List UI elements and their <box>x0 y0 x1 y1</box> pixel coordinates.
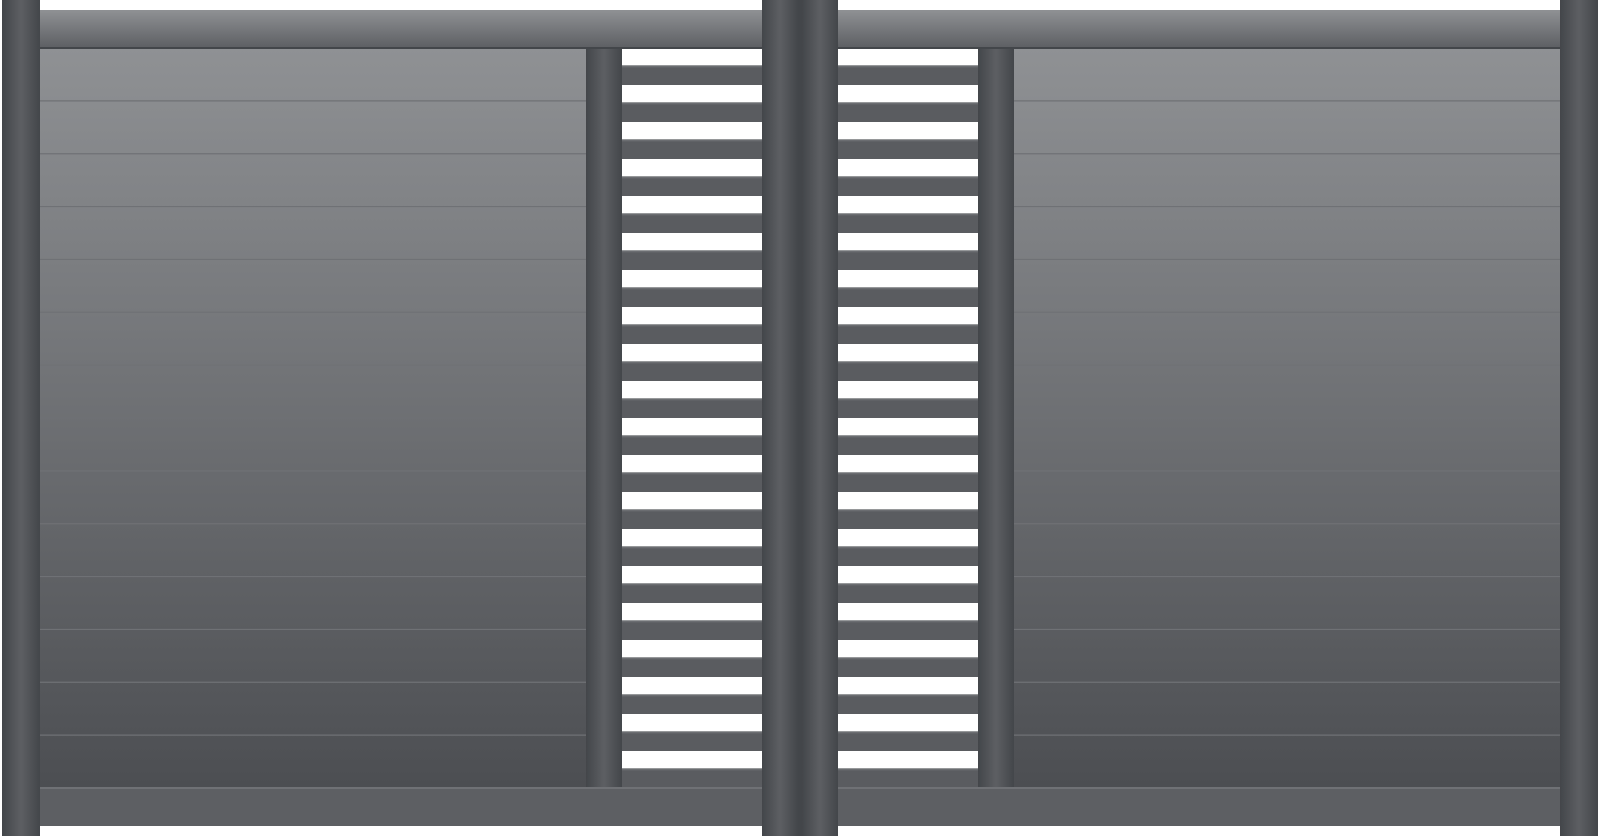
right-leaf-openwork-slat-highlight <box>838 472 978 475</box>
right-leaf-openwork-slat <box>838 694 978 714</box>
right-leaf-openwork-slat-highlight <box>838 546 978 549</box>
left-leaf-openwork-slat-highlight <box>622 546 762 549</box>
left-leaf-top-rail <box>38 10 762 48</box>
right-leaf-openwork-slat <box>838 583 978 603</box>
left-leaf-openwork-slat <box>622 398 762 418</box>
left-leaf-openwork-slat <box>622 65 762 85</box>
right-leaf-openwork-slat <box>838 287 978 307</box>
gate-scene <box>0 0 1600 836</box>
left-leaf-openwork-slat-highlight <box>622 361 762 364</box>
right-leaf-openwork-slat <box>838 435 978 455</box>
right-leaf-openwork-slat-highlight <box>838 102 978 105</box>
right-leaf-openwork-slat-highlight <box>838 287 978 290</box>
right-leaf-openwork-slat-highlight <box>838 731 978 734</box>
left-leaf-openwork-slat <box>622 472 762 492</box>
left-leaf-openwork-slat <box>622 250 762 270</box>
left-leaf-openwork-slat <box>622 509 762 529</box>
left-leaf-openwork-slat <box>622 583 762 603</box>
right-leaf-openwork-slat-highlight <box>838 620 978 623</box>
right-leaf-openwork-slat <box>838 176 978 196</box>
right-leaf-openwork-slat-highlight <box>838 176 978 179</box>
right-leaf-openwork-slat <box>838 250 978 270</box>
right-leaf-openwork-slat-highlight <box>838 509 978 512</box>
left-leaf-openwork-slat <box>622 435 762 455</box>
right-leaf-openwork-slat <box>838 546 978 566</box>
right-leaf-openwork-slat <box>838 213 978 233</box>
left-leaf-openwork-slat-highlight <box>622 435 762 438</box>
left-leaf-openwork-slat-highlight <box>622 583 762 586</box>
left-leaf-openwork-slat-highlight <box>622 731 762 734</box>
left-leaf-openwork-slat <box>622 731 762 751</box>
left-leaf-openwork-slat-highlight <box>622 620 762 623</box>
right-leaf-openwork-slat-highlight <box>838 657 978 660</box>
right-leaf-openwork-slat <box>838 620 978 640</box>
left-leaf-openwork-slat <box>622 287 762 307</box>
right-leaf-outer-post <box>1560 0 1598 836</box>
left-leaf-openwork-slat <box>622 546 762 566</box>
left-leaf-center-stile <box>762 0 798 836</box>
right-leaf-openwork-slat-highlight <box>838 139 978 142</box>
left-leaf-outer-post <box>2 0 40 836</box>
right-leaf-openwork-slat-highlight <box>838 65 978 68</box>
left-leaf-openwork-slat-highlight <box>622 139 762 142</box>
right-leaf-openwork-slat <box>838 657 978 677</box>
right-leaf-openwork-slat-highlight <box>838 435 978 438</box>
right-leaf-openwork-slat <box>838 139 978 159</box>
right-leaf-openwork-slat-highlight <box>838 324 978 327</box>
left-leaf-openwork-slat-highlight <box>622 287 762 290</box>
right-leaf-openwork-slat <box>838 731 978 751</box>
right-leaf-center-stile <box>802 0 838 836</box>
left-leaf-openwork-slat <box>622 176 762 196</box>
right-leaf-openwork-slat-highlight <box>838 250 978 253</box>
right-leaf-openwork-slat <box>838 324 978 344</box>
left-leaf-openwork-slat-highlight <box>622 65 762 68</box>
right-leaf-openwork-slat <box>838 398 978 418</box>
right-leaf-top-rail <box>838 10 1562 48</box>
left-leaf-openwork-slat-highlight <box>622 213 762 216</box>
left-leaf-openwork-slat-highlight <box>622 472 762 475</box>
left-leaf-openwork-slat-highlight <box>622 250 762 253</box>
right-leaf-openwork-slat-highlight <box>838 213 978 216</box>
left-leaf-mullion <box>586 48 622 788</box>
left-leaf-openwork-slat-highlight <box>622 694 762 697</box>
right-leaf-openwork-slat <box>838 509 978 529</box>
right-leaf-openwork-slat <box>838 472 978 492</box>
right-leaf-openwork-slat-highlight <box>838 768 978 771</box>
left-leaf-openwork-slat <box>622 361 762 381</box>
right-leaf-openwork-slat <box>838 768 978 788</box>
left-leaf-openwork-slat-highlight <box>622 768 762 771</box>
left-leaf-openwork-slat-highlight <box>622 398 762 401</box>
left-leaf-openwork-slat-highlight <box>622 324 762 327</box>
left-leaf-openwork-slat <box>622 213 762 233</box>
left-leaf-openwork-slat-highlight <box>622 509 762 512</box>
right-leaf-openwork-slat <box>838 102 978 122</box>
left-leaf-bottom-rail <box>38 788 762 826</box>
left-leaf-openwork-slat <box>622 694 762 714</box>
left-leaf-openwork-slat-highlight <box>622 657 762 660</box>
left-leaf-openwork-slat <box>622 620 762 640</box>
left-leaf-openwork-slat <box>622 139 762 159</box>
right-leaf-openwork-slat <box>838 361 978 381</box>
right-leaf-openwork-slat-highlight <box>838 361 978 364</box>
right-leaf-openwork-slat-highlight <box>838 583 978 586</box>
left-leaf-openwork-slat-highlight <box>622 176 762 179</box>
left-leaf-openwork-slat-highlight <box>622 102 762 105</box>
left-leaf-openwork-slat <box>622 324 762 344</box>
right-leaf-openwork-slat <box>838 65 978 85</box>
right-leaf-openwork-slat-highlight <box>838 398 978 401</box>
right-leaf-bottom-rail <box>838 788 1562 826</box>
left-leaf-openwork-slat <box>622 768 762 788</box>
left-leaf-openwork-slat <box>622 102 762 122</box>
gate-illustration <box>2 0 1598 836</box>
left-leaf-openwork-slat <box>622 657 762 677</box>
right-leaf-openwork-slat-highlight <box>838 694 978 697</box>
right-leaf-mullion <box>978 48 1014 788</box>
